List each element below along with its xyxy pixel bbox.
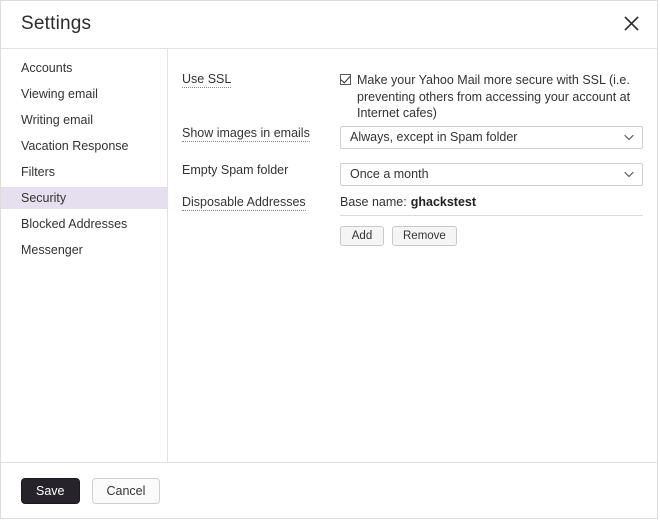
settings-sidebar: Accounts Viewing email Writing email Vac… <box>1 49 168 462</box>
chevron-down-icon <box>624 164 634 185</box>
settings-content: Use SSL Make your Yahoo Mail more secure… <box>168 49 657 462</box>
base-name-label: Base name: <box>340 195 407 209</box>
close-button[interactable] <box>617 9 645 37</box>
show-images-field: Always, except in Spam folder <box>340 126 643 149</box>
empty-spam-select-value: Once a month <box>350 164 618 185</box>
dialog-footer: Save Cancel <box>1 462 657 518</box>
chevron-down-icon <box>624 127 634 148</box>
use-ssl-checkline: Make your Yahoo Mail more secure with SS… <box>340 72 643 122</box>
use-ssl-checkbox[interactable] <box>340 74 351 85</box>
sidebar-item-viewing-email[interactable]: Viewing email <box>1 83 167 105</box>
base-name-line: Base name: ghackstest <box>340 195 643 216</box>
sidebar-item-filters[interactable]: Filters <box>1 161 167 183</box>
page-title: Settings <box>21 13 91 35</box>
close-icon <box>624 16 639 31</box>
empty-spam-label: Empty Spam folder <box>182 163 288 177</box>
disposable-button-row: Add Remove <box>340 226 643 246</box>
dialog-body: Accounts Viewing email Writing email Vac… <box>1 49 657 462</box>
disposable-addresses-label: Disposable Addresses <box>182 195 306 211</box>
show-images-label: Show images in emails <box>182 126 310 142</box>
add-button[interactable]: Add <box>340 226 384 246</box>
use-ssl-field: Make your Yahoo Mail more secure with SS… <box>340 72 643 122</box>
save-button[interactable]: Save <box>21 478 80 504</box>
sidebar-item-messenger[interactable]: Messenger <box>1 239 167 261</box>
sidebar-item-blocked-addresses[interactable]: Blocked Addresses <box>1 213 167 235</box>
show-images-select[interactable]: Always, except in Spam folder <box>340 126 643 149</box>
empty-spam-field: Once a month <box>340 163 643 186</box>
cancel-button[interactable]: Cancel <box>92 478 161 504</box>
disposable-addresses-field: Base name: ghackstest Add Remove <box>340 195 643 246</box>
empty-spam-select[interactable]: Once a month <box>340 163 643 186</box>
use-ssl-label: Use SSL <box>182 72 231 88</box>
sidebar-item-vacation-response[interactable]: Vacation Response <box>1 135 167 157</box>
base-name-value: ghackstest <box>411 195 476 209</box>
use-ssl-checkbox-label: Make your Yahoo Mail more secure with SS… <box>357 72 643 122</box>
dialog-titlebar: Settings <box>1 1 657 49</box>
sidebar-item-security[interactable]: Security <box>1 187 167 209</box>
settings-dialog: Settings Accounts Viewing email Writing … <box>0 0 658 519</box>
sidebar-item-writing-email[interactable]: Writing email <box>1 109 167 131</box>
show-images-select-value: Always, except in Spam folder <box>350 127 618 148</box>
sidebar-item-accounts[interactable]: Accounts <box>1 57 167 79</box>
remove-button[interactable]: Remove <box>392 226 457 246</box>
